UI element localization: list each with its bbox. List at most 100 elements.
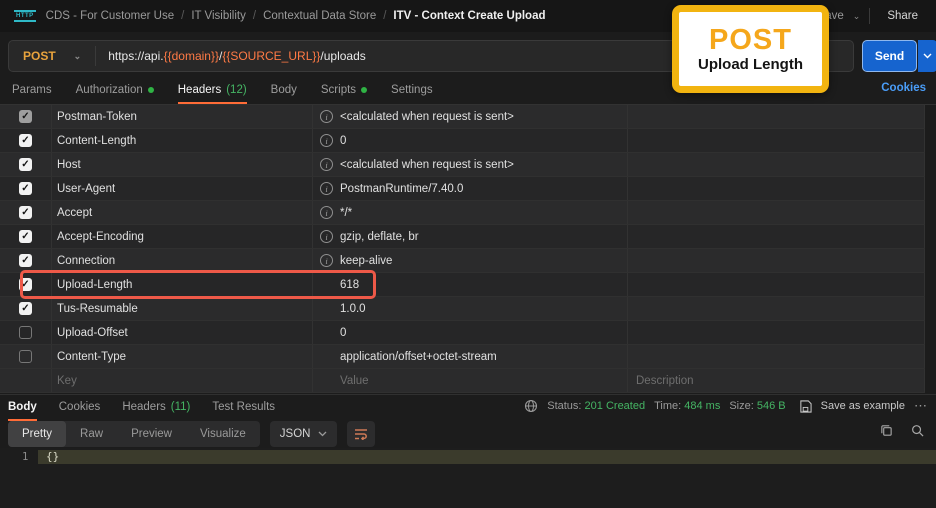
send-options-chevron-icon[interactable] (918, 40, 936, 72)
key-input[interactable]: Key (52, 369, 313, 392)
breadcrumb-folder[interactable]: IT Visibility (191, 10, 246, 22)
response-tab-headers[interactable]: Headers (11) (122, 395, 190, 419)
header-key[interactable]: Upload-Offset (52, 321, 313, 344)
search-icon[interactable] (911, 424, 924, 437)
tab-settings[interactable]: Settings (391, 78, 433, 102)
header-value-cell[interactable]: i PostmanRuntime/7.40.0 (313, 177, 628, 200)
view-tab-visualize[interactable]: Visualize (186, 421, 260, 447)
header-key[interactable]: Host (52, 153, 313, 176)
cookies-link[interactable]: Cookies (881, 82, 926, 94)
row-checkbox[interactable] (19, 182, 32, 195)
view-tab-preview[interactable]: Preview (117, 421, 186, 447)
header-description[interactable] (628, 153, 925, 176)
chevron-down-icon (319, 431, 327, 437)
header-value-cell[interactable]: i */* (313, 201, 628, 224)
share-button[interactable]: Share (879, 6, 926, 26)
new-header-row[interactable]: Key Value Description (0, 369, 925, 393)
tab-headers[interactable]: Headers (12) (177, 78, 247, 104)
header-description[interactable] (628, 297, 925, 320)
row-checkbox[interactable] (19, 158, 32, 171)
response-tab-body[interactable]: Body (8, 395, 37, 421)
more-actions-icon[interactable]: ⋯ (914, 398, 928, 414)
header-value-cell[interactable]: i 0 (313, 321, 628, 344)
info-icon: i (320, 110, 333, 123)
breadcrumb-request-name[interactable]: ITV - Context Create Upload (393, 10, 545, 22)
header-description[interactable] (628, 225, 925, 248)
breadcrumb-subfolder[interactable]: Contextual Data Store (263, 10, 376, 22)
header-description[interactable] (628, 249, 925, 272)
view-tab-raw[interactable]: Raw (66, 421, 117, 447)
header-row: Postman-Token i <calculated when request… (0, 105, 925, 129)
row-checkbox-cell (0, 153, 52, 176)
header-value-cell[interactable]: i <calculated when request is sent> (313, 105, 628, 128)
header-description[interactable] (628, 273, 925, 296)
wrap-text-button[interactable] (347, 421, 376, 447)
header-value-cell[interactable]: i keep-alive (313, 249, 628, 272)
header-row: Upload-Offset i 0 (0, 321, 925, 345)
response-body-editor[interactable]: 1 {} (0, 448, 936, 508)
url-input[interactable]: https://api.{{domain}}/{{SOURCE_URL}}/up… (108, 49, 366, 63)
value-input[interactable]: Value (313, 369, 628, 392)
header-key[interactable]: User-Agent (52, 177, 313, 200)
header-description[interactable] (628, 201, 925, 224)
row-checkbox[interactable] (19, 254, 32, 267)
send-button-group: Send (862, 40, 936, 72)
annotation-callout-inner: POST Upload Length (679, 12, 822, 86)
header-row: Content-Length i 0 (0, 129, 925, 153)
header-value: <calculated when request is sent> (340, 110, 514, 123)
response-body-content: {} (46, 450, 60, 463)
tab-params[interactable]: Params (12, 78, 52, 102)
row-checkbox[interactable] (19, 326, 32, 339)
response-tab-test-results[interactable]: Test Results (212, 395, 275, 419)
header-row: Accept i */* (0, 201, 925, 225)
header-value-cell[interactable]: i application/offset+octet-stream (313, 345, 628, 368)
header-value-cell[interactable]: i <calculated when request is sent> (313, 153, 628, 176)
response-tab-cookies[interactable]: Cookies (59, 395, 101, 419)
active-line-highlight (38, 450, 936, 464)
header-description[interactable] (628, 321, 925, 344)
row-checkbox[interactable] (19, 350, 32, 363)
row-checkbox[interactable] (19, 206, 32, 219)
header-description[interactable] (628, 345, 925, 368)
header-key[interactable]: Postman-Token (52, 105, 313, 128)
tab-body[interactable]: Body (271, 78, 297, 102)
header-description[interactable] (628, 105, 925, 128)
header-key[interactable]: Content-Length (52, 129, 313, 152)
header-key[interactable]: Content-Type (52, 345, 313, 368)
header-key[interactable]: Connection (52, 249, 313, 272)
callout-subtitle: Upload Length (698, 56, 803, 73)
info-icon: i (320, 182, 333, 195)
tab-authorization[interactable]: Authorization (76, 78, 154, 102)
tab-scripts[interactable]: Scripts (321, 78, 368, 102)
header-value-cell[interactable]: i 1.0.0 (313, 297, 628, 320)
header-row: User-Agent i PostmanRuntime/7.40.0 (0, 177, 925, 201)
save-options-chevron-icon[interactable]: ⌄ (853, 11, 861, 22)
header-key[interactable]: Tus-Resumable (52, 297, 313, 320)
postman-window: HTTP CDS - For Customer Use / IT Visibil… (0, 0, 936, 508)
row-checkbox-cell (0, 177, 52, 200)
headers-count-badge: (12) (226, 84, 247, 96)
header-description[interactable] (628, 177, 925, 200)
header-value-cell[interactable]: i gzip, deflate, br (313, 225, 628, 248)
header-key[interactable]: Accept-Encoding (52, 225, 313, 248)
header-value-cell[interactable]: i 618 (313, 273, 628, 296)
row-checkbox[interactable] (19, 302, 32, 315)
view-tab-pretty[interactable]: Pretty (8, 421, 67, 447)
header-value-cell[interactable]: i 0 (313, 129, 628, 152)
network-globe-icon[interactable] (524, 399, 538, 413)
save-as-example-button[interactable]: Save as example (821, 400, 905, 412)
breadcrumb-collection[interactable]: CDS - For Customer Use (46, 10, 174, 22)
description-input[interactable]: Description (628, 369, 925, 392)
row-checkbox[interactable] (19, 134, 32, 147)
header-key[interactable]: Accept (52, 201, 313, 224)
method-selector[interactable]: POST ⌄ (9, 49, 95, 63)
row-checkbox[interactable] (19, 110, 32, 123)
format-dropdown[interactable]: JSON (269, 421, 338, 447)
row-checkbox-cell (0, 105, 52, 128)
copy-icon[interactable] (880, 424, 893, 437)
row-checkbox[interactable] (19, 230, 32, 243)
send-button[interactable]: Send (862, 40, 917, 72)
header-key[interactable]: Upload-Length (52, 273, 313, 296)
row-checkbox[interactable] (19, 278, 32, 291)
header-description[interactable] (628, 129, 925, 152)
